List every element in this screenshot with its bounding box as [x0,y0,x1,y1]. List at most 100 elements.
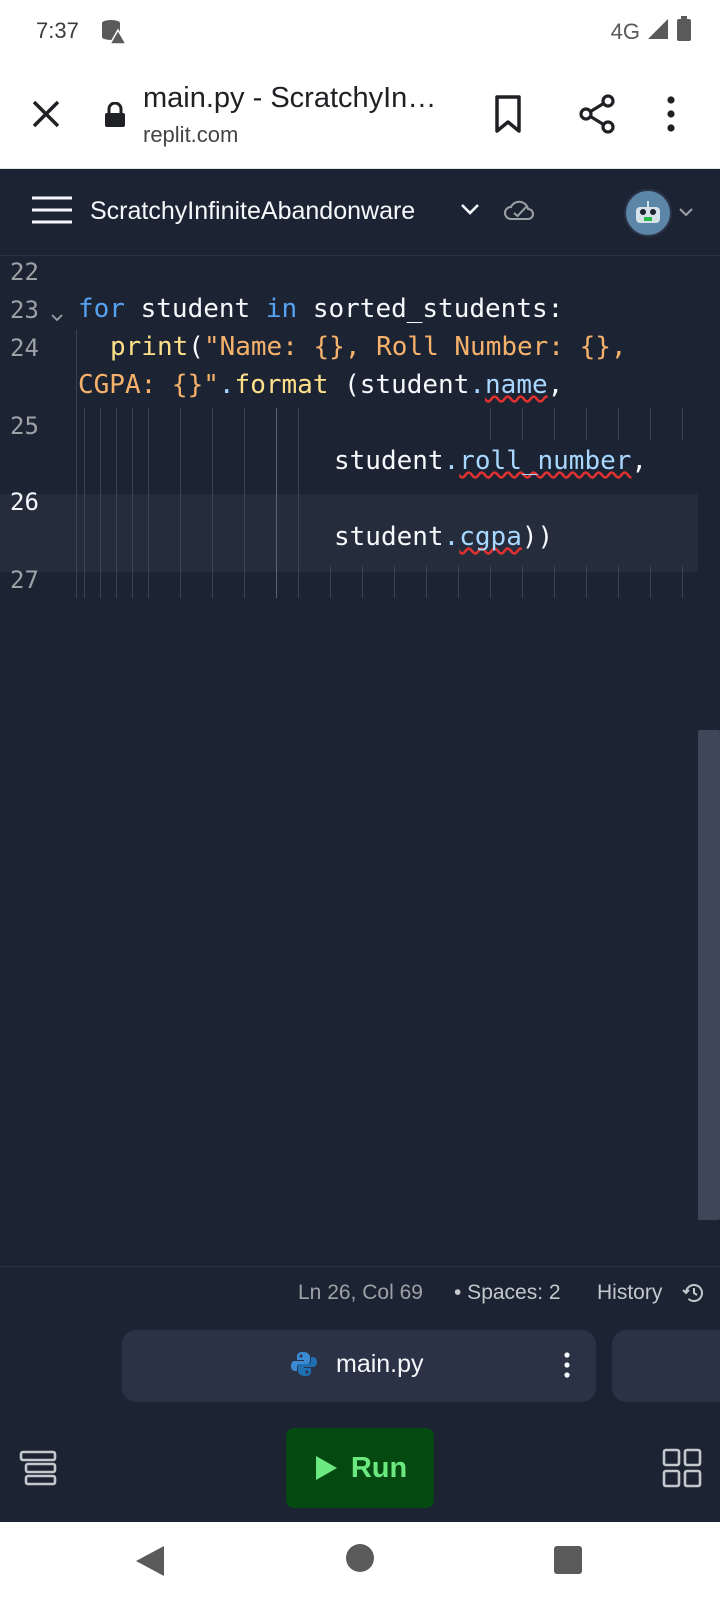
chevron-down-icon [461,204,479,215]
share-button[interactable] [578,94,618,139]
signal-icon [646,18,670,45]
close-tab-button[interactable] [26,94,66,134]
network-type: 4G [610,18,640,44]
indent-guide [650,408,651,440]
database-warning-icon [100,18,128,49]
code-line-24-wrap: CGPA: {}".format (student.name, [78,370,564,400]
indent-setting[interactable]: • Spaces: 2 [454,1281,561,1305]
code-token: , [631,446,648,476]
attribute-name: name [485,370,548,400]
code-token: student [334,522,444,552]
indent-guide [618,408,619,440]
repl-options-button[interactable] [460,202,480,221]
battery-icon [676,16,692,47]
page-title[interactable]: main.py - ScratchyInfiniteAbandonware [143,82,443,115]
indent-guide [394,566,395,598]
nav-home-button[interactable] [346,1544,374,1572]
user-avatar[interactable] [624,189,672,237]
indent-guide [650,566,651,598]
indent-guide [276,408,277,598]
indent-guide [84,408,85,598]
indent-guide [682,408,683,440]
share-icon [579,94,615,134]
page-url[interactable]: replit.com [143,122,238,148]
code-editor[interactable]: 22 23 24 25 26 27 for student in sorted_… [0,256,720,1266]
file-tab-menu-button[interactable] [562,1350,572,1385]
indent-guide [522,408,523,440]
indent-guide [618,566,619,598]
editor-scrollbar[interactable] [698,730,720,1220]
file-tab-next[interactable] [612,1330,720,1402]
indent-guide [586,566,587,598]
run-button-label: Run [350,1451,408,1484]
indent-guide [554,408,555,440]
bookmark-button[interactable] [490,94,526,139]
menu-button[interactable] [32,195,72,230]
line-number: 25 [10,412,39,440]
indent-guide [554,566,555,598]
status-right: 4G [611,16,692,47]
code-line-23: for student in sorted_students: [78,294,563,324]
tools-grid-button[interactable] [662,1448,702,1493]
status-bar: 7:37 4G [0,0,720,64]
bookmark-icon [495,95,521,133]
line-number-active: 26 [10,488,39,516]
browser-menu-button[interactable] [664,94,678,139]
indent-guide [490,408,491,440]
indent-guide [212,408,213,598]
code-line-25: student.roll_number, [334,446,648,476]
lock-icon [104,101,126,133]
system-navigation-bar [0,1522,720,1600]
back-triangle-icon [136,1546,164,1576]
function-print: print [110,332,189,362]
layers-icon [19,1450,57,1486]
indent-guide [426,566,427,598]
chevron-down-icon[interactable] [678,205,694,223]
indent-guide [682,566,683,598]
indent-guide [148,408,149,598]
close-icon [32,100,60,128]
code-token: student [334,446,444,476]
code-line-24: print("Name: {}, Roll Number: {}, [110,332,627,362]
history-icon[interactable] [682,1281,706,1310]
attribute-roll-number: roll_number [459,446,632,476]
nav-back-button[interactable] [134,1544,166,1583]
indent-guide [132,408,133,598]
code-token: (student [328,370,470,400]
hamburger-icon [32,196,72,224]
file-tab-bar: main.py [0,1322,720,1413]
grid-icon [662,1448,702,1488]
indent-guide [116,408,117,598]
line-number: 22 [10,258,39,286]
attribute-cgpa: cgpa [459,522,522,552]
code-token: ( [188,332,204,362]
action-bar: Run [0,1412,720,1522]
code-token: student [124,294,266,324]
robot-avatar-icon [636,201,660,223]
nav-recents-button[interactable] [554,1546,582,1574]
repl-name[interactable]: ScratchyInfiniteAbandonware [90,197,415,226]
history-button[interactable]: History [597,1281,662,1305]
file-tab-main-py[interactable]: main.py [122,1330,596,1402]
keyword-in: in [265,294,298,324]
saved-status-icon [504,199,534,228]
python-icon [290,1350,318,1383]
indent-guide [244,408,245,598]
indent-guide [586,408,587,440]
method-format: format [234,370,329,400]
indent-guide [458,566,459,598]
code-token: )) [521,522,554,552]
indent-guide [76,330,77,598]
run-button[interactable]: Run [286,1428,434,1508]
code-line-26: student.cgpa)) [334,522,554,552]
indent-guide [330,566,331,598]
indent-guide [100,408,101,598]
cursor-position[interactable]: Ln 26, Col 69 [298,1281,423,1305]
indent-guide [298,408,299,598]
line-number: 23 [10,296,39,324]
browser-toolbar: main.py - ScratchyInfiniteAbandonware re… [0,64,720,169]
code-token: , [547,370,564,400]
layout-panel-button[interactable] [18,1448,58,1493]
fold-chevron-icon[interactable] [50,310,64,328]
more-vertical-icon [564,1352,570,1378]
